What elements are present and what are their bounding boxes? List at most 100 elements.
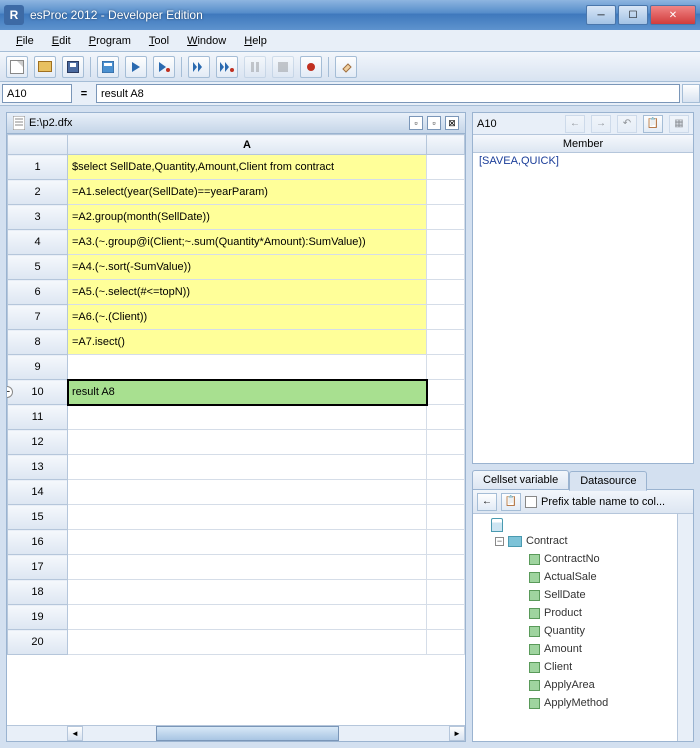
tree-field-actualsale[interactable]: ActualSale [513,568,673,586]
nav-forward-button[interactable]: → [591,115,611,133]
cell-a12[interactable] [68,430,427,455]
horizontal-scrollbar[interactable]: ◄ ► [7,725,465,741]
scroll-track[interactable] [83,726,449,741]
tree-field-contractno[interactable]: ContractNo [513,550,673,568]
tree-field-client[interactable]: Client [513,658,673,676]
column-header-a[interactable]: A [68,135,427,155]
doc-close-button[interactable]: ⊠ [445,116,459,130]
cell-b20[interactable] [427,630,465,655]
cell-a2[interactable]: =A1.select(year(SellDate)==yearParam) [68,180,427,205]
cell-b2[interactable] [427,180,465,205]
collapse-toggle-icon[interactable]: − [7,386,13,398]
titlebar[interactable]: R esProc 2012 - Developer Edition ─ ☐ ✕ [0,0,700,30]
nav-chart-button[interactable]: ▦ [669,115,689,133]
menu-help[interactable]: Help [236,33,275,49]
cell-b10[interactable] [427,380,465,405]
cell-a19[interactable] [68,605,427,630]
run-button[interactable] [125,56,147,78]
nav-copy-button[interactable]: 📋 [643,115,663,133]
ds-back-button[interactable]: ← [477,493,497,511]
row-header-17[interactable]: 17 [8,555,68,580]
grid-corner[interactable] [8,135,68,155]
cell-a14[interactable] [68,480,427,505]
cell-b12[interactable] [427,430,465,455]
cell-a1[interactable]: $select SellDate,Quantity,Amount,Client … [68,155,427,180]
debug-button[interactable] [153,56,175,78]
row-header-15[interactable]: 15 [8,505,68,530]
new-file-button[interactable] [6,56,28,78]
cell-b3[interactable] [427,205,465,230]
cell-a18[interactable] [68,580,427,605]
row-header-9[interactable]: 9 [8,355,68,380]
nav-up-button[interactable]: ↶ [617,115,637,133]
breakpoint-button[interactable] [300,56,322,78]
cell-a8[interactable]: =A7.isect() [68,330,427,355]
doc-maximize-button[interactable]: ▫ [427,116,441,130]
cell-a20[interactable] [68,630,427,655]
tree-table-node[interactable]: − Contract [495,532,673,550]
menu-edit[interactable]: Edit [44,33,79,49]
cell-b7[interactable] [427,305,465,330]
tree-field-selldate[interactable]: SellDate [513,586,673,604]
cell-a15[interactable] [68,505,427,530]
cell-a4[interactable]: =A3.(~.group@i(Client;~.sum(Quantity*Amo… [68,230,427,255]
cell-b6[interactable] [427,280,465,305]
tree-field-quantity[interactable]: Quantity [513,622,673,640]
cell-a5[interactable]: =A4.(~.sort(-SumValue)) [68,255,427,280]
pause-button[interactable] [244,56,266,78]
clear-button[interactable] [335,56,357,78]
menu-window[interactable]: Window [179,33,234,49]
cell-b1[interactable] [427,155,465,180]
tree-field-applymethod[interactable]: ApplyMethod [513,694,673,712]
row-header-6[interactable]: 6 [8,280,68,305]
cell-b4[interactable] [427,230,465,255]
cell-b14[interactable] [427,480,465,505]
row-header-14[interactable]: 14 [8,480,68,505]
member-value[interactable]: [SAVEA,QUICK] [473,153,693,463]
row-header-19[interactable]: 19 [8,605,68,630]
prefix-checkbox[interactable] [525,496,537,508]
cell-b5[interactable] [427,255,465,280]
document-header[interactable]: E:\p2.dfx ▫ ▫ ⊠ [6,112,466,134]
formula-expand-button[interactable] [682,84,700,103]
cell-reference-box[interactable]: A10 [2,84,72,103]
minimize-button[interactable]: ─ [586,5,616,25]
cell-a11[interactable] [68,405,427,430]
scroll-left-button[interactable]: ◄ [67,726,83,741]
cell-b17[interactable] [427,555,465,580]
cell-a7[interactable]: =A6.(~.(Client)) [68,305,427,330]
cell-b11[interactable] [427,405,465,430]
row-header-13[interactable]: 13 [8,455,68,480]
cell-a13[interactable] [68,455,427,480]
cell-grid[interactable]: A 1$select SellDate,Quantity,Amount,Clie… [6,134,466,742]
cell-b16[interactable] [427,530,465,555]
doc-restore-button[interactable]: ▫ [409,116,423,130]
row-header-12[interactable]: 12 [8,430,68,455]
nav-back-button[interactable]: ← [565,115,585,133]
column-header-spacer[interactable] [427,135,465,155]
close-button[interactable]: ✕ [650,5,696,25]
maximize-button[interactable]: ☐ [618,5,648,25]
tree-field-product[interactable]: Product [513,604,673,622]
calc-button[interactable] [97,56,119,78]
tree-scrollbar[interactable] [677,514,693,741]
tree-db-node[interactable] [477,518,673,532]
open-file-button[interactable] [34,56,56,78]
cell-a3[interactable]: =A2.group(month(SellDate)) [68,205,427,230]
row-header-7[interactable]: 7 [8,305,68,330]
ds-copy-button[interactable]: 📋 [501,493,521,511]
row-header-16[interactable]: 16 [8,530,68,555]
row-header-20[interactable]: 20 [8,630,68,655]
cell-b8[interactable] [427,330,465,355]
step-over-button[interactable] [188,56,210,78]
step-into-button[interactable] [216,56,238,78]
row-header-11[interactable]: 11 [8,405,68,430]
row-header-10[interactable]: 10− [8,380,68,405]
cell-b13[interactable] [427,455,465,480]
row-header-3[interactable]: 3 [8,205,68,230]
scroll-right-button[interactable]: ► [449,726,465,741]
tab-datasource[interactable]: Datasource [569,471,647,491]
datasource-tree[interactable]: − Contract ContractNoActualSaleSellDateP… [473,514,677,741]
menu-tool[interactable]: Tool [141,33,177,49]
row-header-1[interactable]: 1 [8,155,68,180]
